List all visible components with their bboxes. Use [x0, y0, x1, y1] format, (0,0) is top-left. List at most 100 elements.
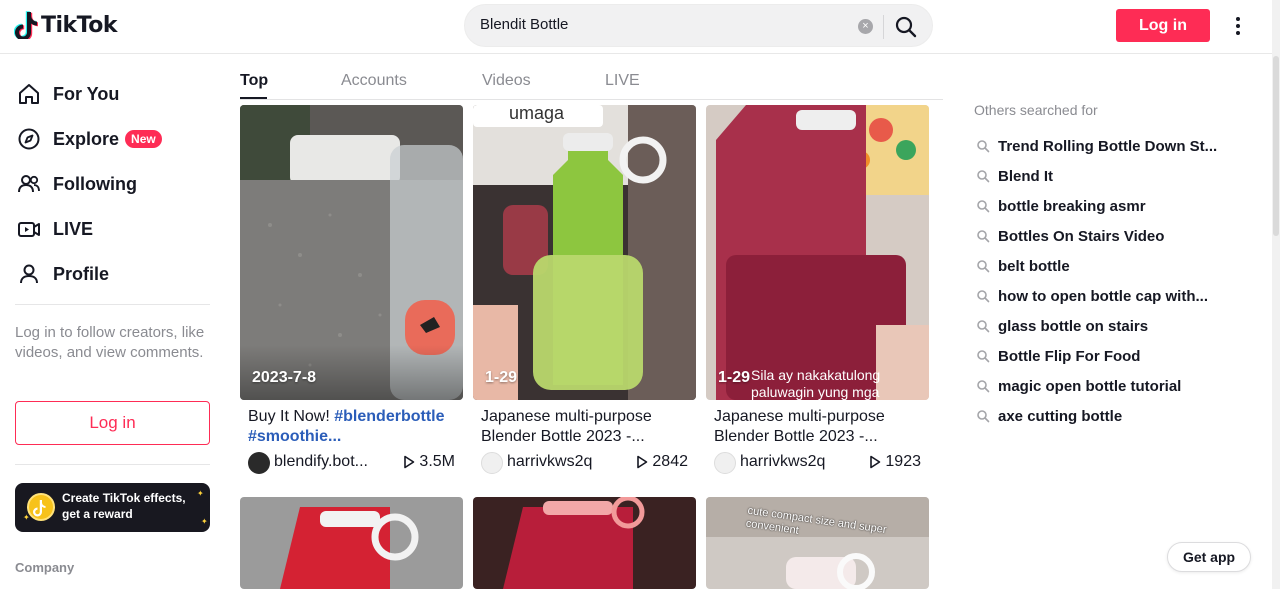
view-count: 2842 [636, 453, 688, 471]
search-box[interactable]: Blendit Bottle × [464, 4, 933, 47]
live-icon [18, 222, 40, 237]
tab-videos[interactable]: Videos [482, 72, 531, 90]
view-count: 3.5M [403, 453, 455, 471]
effects-banner-text: Create TikTok effects, get a reward [62, 491, 186, 521]
nav-live[interactable]: LIVE [16, 214, 93, 244]
search-tabs: Top Accounts Videos LIVE [240, 55, 943, 100]
video-date: 2023-7-8 [252, 369, 317, 386]
sparkle-icon: ✦ [201, 517, 208, 526]
get-app-button[interactable]: Get app [1167, 542, 1251, 572]
company-link[interactable]: Company [15, 560, 74, 575]
author-name[interactable]: harrivkws2q [740, 453, 825, 471]
nav-following[interactable]: Following [16, 169, 137, 199]
nav-label: Following [53, 173, 137, 194]
sidebar-divider [15, 464, 210, 465]
person-icon [20, 264, 38, 284]
related-search-item[interactable]: Blend It [976, 166, 1053, 186]
search-icon [977, 320, 990, 333]
desc-text: Buy It Now! [248, 408, 335, 425]
related-search-label: glass bottle on stairs [998, 317, 1149, 335]
related-search-item[interactable]: Bottles On Stairs Video [976, 226, 1164, 246]
search-icon [977, 140, 990, 153]
sidebar-login-button[interactable]: Log in [15, 401, 210, 445]
video-card[interactable] [240, 497, 463, 589]
users-icon [18, 175, 40, 193]
related-search-label: Bottle Flip For Food [998, 347, 1141, 365]
more-options-icon[interactable] [1229, 13, 1247, 39]
hashtag-link[interactable]: #smoothie... [248, 428, 341, 445]
related-search-item[interactable]: magic open bottle tutorial [976, 376, 1181, 396]
nav-profile[interactable]: Profile [16, 259, 109, 289]
related-search-item[interactable]: Bottle Flip For Food [976, 346, 1140, 366]
video-thumbnail[interactable]: umaga 1-29 [473, 105, 696, 400]
related-search-item[interactable]: axe cutting bottle [976, 406, 1122, 426]
related-search-label: axe cutting bottle [998, 407, 1123, 425]
avatar[interactable] [481, 452, 503, 474]
sidebar-divider [15, 304, 210, 305]
hashtag-link[interactable]: #blenderbottle [334, 408, 444, 425]
effects-coin-icon [27, 493, 55, 521]
scrollbar-thumb[interactable] [1273, 56, 1279, 236]
related-search-label: belt bottle [998, 257, 1070, 275]
author-name[interactable]: harrivkws2q [507, 453, 592, 471]
search-button[interactable] [894, 15, 920, 39]
video-date: 1-29 [718, 369, 751, 386]
tiktok-logo-icon [14, 11, 38, 39]
video-thumbnail[interactable] [240, 497, 463, 589]
play-icon [404, 455, 415, 469]
home-icon [19, 84, 39, 104]
search-input[interactable]: Blendit Bottle [480, 16, 568, 33]
nav-explore[interactable]: Explore New [16, 124, 162, 154]
search-icon [977, 200, 990, 213]
video-card[interactable] [473, 497, 696, 589]
search-icon [977, 230, 990, 243]
video-meta: harrivkws2q 2842 [481, 452, 688, 474]
related-search-label: Bottles On Stairs Video [998, 227, 1165, 245]
related-search-label: how to open bottle cap with... [998, 287, 1208, 305]
author-name[interactable]: blendify.bot... [274, 453, 368, 471]
video-date: 1-29 [485, 369, 518, 386]
related-search-label: magic open bottle tutorial [998, 377, 1182, 395]
active-tab-indicator [240, 97, 267, 99]
sparkle-icon: ✦ [197, 489, 204, 498]
clear-icon[interactable]: × [858, 19, 873, 34]
related-search-item[interactable]: Trend Rolling Bottle Down St... [976, 136, 1217, 156]
related-search-label: Trend Rolling Bottle Down St... [998, 137, 1218, 155]
search-icon [977, 170, 990, 183]
play-icon [870, 455, 881, 469]
tiktok-logo[interactable]: TikTok [14, 11, 118, 39]
search-divider [883, 15, 884, 39]
tab-accounts[interactable]: Accounts [341, 72, 407, 90]
search-icon [977, 260, 990, 273]
view-count-text: 1923 [885, 453, 921, 470]
video-thumbnail[interactable]: cute compact size and super convenient [706, 497, 929, 589]
avatar[interactable] [714, 452, 736, 474]
video-card[interactable]: cute compact size and super convenient [706, 497, 929, 589]
video-description[interactable]: Japanese multi-purpose Blender Bottle 20… [714, 407, 926, 446]
nav-for-you[interactable]: For You [16, 79, 119, 109]
top-bar: TikTok Blendit Bottle × Log in [0, 0, 1272, 54]
video-thumbnail[interactable] [473, 497, 696, 589]
effects-banner[interactable]: Create TikTok effects, get a reward ✦ ✦ … [15, 483, 210, 532]
related-search-label: Blend It [998, 167, 1053, 185]
video-overlay-text: Sila ay nakakatulong paluwagin yung mga [751, 367, 881, 400]
video-thumbnail[interactable]: Sila ay nakakatulong paluwagin yung mga … [706, 105, 929, 400]
related-search-item[interactable]: glass bottle on stairs [976, 316, 1148, 336]
tab-live[interactable]: LIVE [605, 72, 640, 90]
tab-top[interactable]: Top [240, 72, 268, 90]
related-search-item[interactable]: belt bottle [976, 256, 1070, 276]
logo-text: TikTok [41, 12, 118, 38]
search-icon [977, 380, 990, 393]
video-thumbnail[interactable]: 2023-7-8 [240, 105, 463, 400]
sparkle-icon: ✦ [23, 513, 30, 522]
search-icon [977, 290, 990, 303]
video-description[interactable]: Buy It Now! #blenderbottle #smoothie... [248, 407, 460, 446]
related-search-item[interactable]: how to open bottle cap with... [976, 286, 1208, 306]
search-icon [895, 16, 917, 38]
login-button[interactable]: Log in [1116, 9, 1210, 42]
avatar[interactable] [248, 452, 270, 474]
compass-icon [18, 128, 40, 150]
related-search-label: bottle breaking asmr [998, 197, 1146, 215]
video-description[interactable]: Japanese multi-purpose Blender Bottle 20… [481, 407, 693, 446]
related-search-item[interactable]: bottle breaking asmr [976, 196, 1146, 216]
